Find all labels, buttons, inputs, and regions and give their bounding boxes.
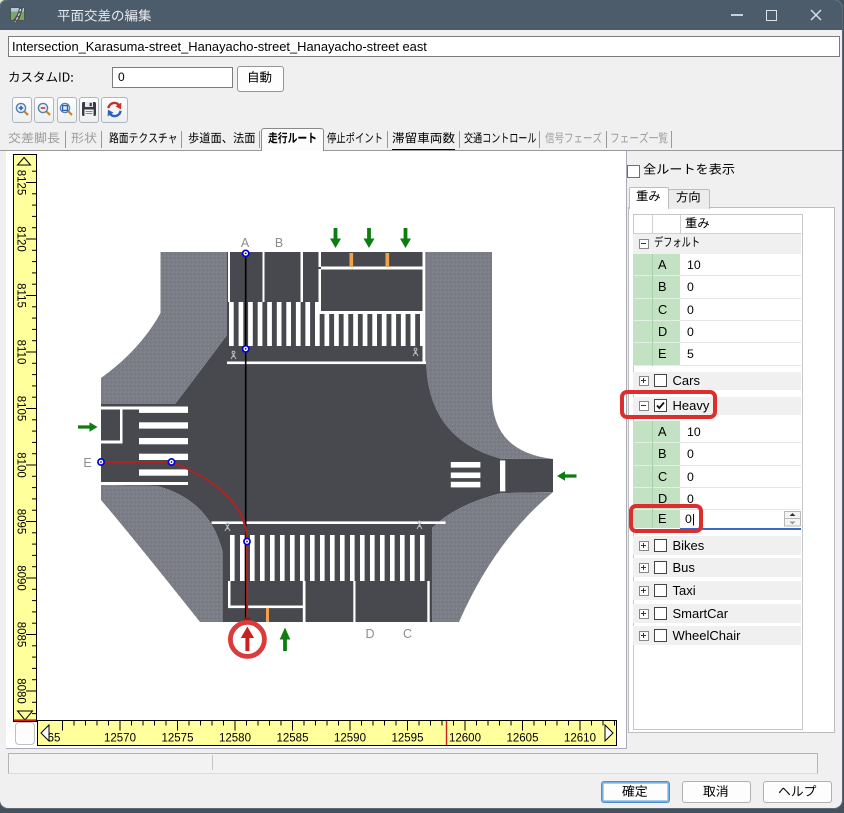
- svg-text:A: A: [241, 236, 250, 250]
- svg-text:B: B: [275, 236, 283, 250]
- svg-text:E: E: [83, 456, 91, 470]
- svg-text:D: D: [365, 627, 374, 641]
- svg-text:C: C: [403, 627, 412, 641]
